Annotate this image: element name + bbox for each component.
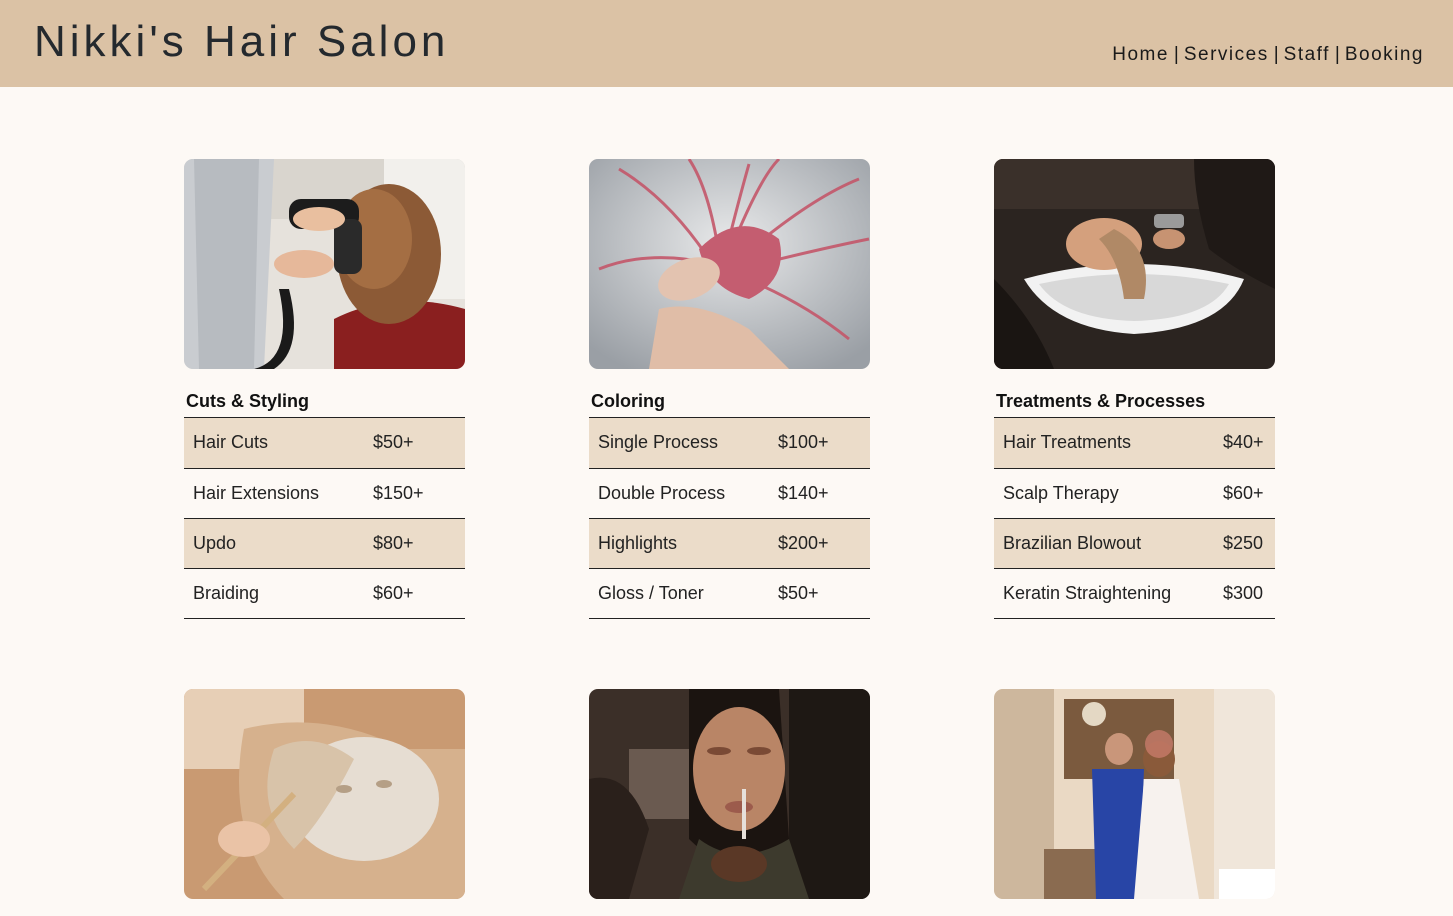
service-card-bridal xyxy=(994,689,1275,899)
category-title: Coloring xyxy=(589,369,870,418)
service-card-facial xyxy=(184,689,465,899)
table-row: Brazilian Blowout $250 xyxy=(994,518,1275,568)
table-row: Hair Cuts $50+ xyxy=(184,418,465,468)
site-header: Nikki's Hair Salon Home | Services | Sta… xyxy=(0,0,1453,87)
service-name: Brazilian Blowout xyxy=(1003,532,1142,553)
service-price: $140+ xyxy=(778,482,829,503)
site-title: Nikki's Hair Salon xyxy=(34,17,450,66)
service-name: Hair Extensions xyxy=(193,482,320,503)
table-row: Gloss / Toner $50+ xyxy=(589,568,870,618)
table-row: Keratin Straightening $300 xyxy=(994,568,1275,618)
nav-booking[interactable]: Booking xyxy=(1345,44,1424,66)
nav-staff[interactable]: Staff xyxy=(1284,44,1330,66)
service-price: $60+ xyxy=(1223,482,1264,503)
service-card-makeup xyxy=(589,689,870,899)
table-row: Updo $80+ xyxy=(184,518,465,568)
table-row: Scalp Therapy $60+ xyxy=(994,468,1275,518)
hair-wash-photo xyxy=(994,159,1275,369)
service-name: Hair Cuts xyxy=(193,432,269,453)
service-name: Scalp Therapy xyxy=(1003,482,1119,503)
service-price: $100+ xyxy=(778,432,829,453)
service-name: Updo xyxy=(193,532,237,553)
service-price-table: Single Process $100+ Double Process $140… xyxy=(589,418,870,619)
service-price: $300 xyxy=(1223,582,1264,603)
pink-hair-photo xyxy=(589,159,870,369)
service-price: $80+ xyxy=(373,532,414,553)
service-card-treatments: Treatments & Processes Hair Treatments $… xyxy=(994,159,1275,619)
table-row: Highlights $200+ xyxy=(589,518,870,568)
service-name: Keratin Straightening xyxy=(1003,582,1172,603)
service-price-table: Hair Treatments $40+ Scalp Therapy $60+ … xyxy=(994,418,1275,619)
nav-services[interactable]: Services xyxy=(1184,44,1269,66)
service-price: $50+ xyxy=(373,432,414,453)
service-name: Gloss / Toner xyxy=(598,582,704,603)
category-title: Cuts & Styling xyxy=(184,369,465,418)
facial-mask-photo xyxy=(184,689,465,899)
table-row: Hair Extensions $150+ xyxy=(184,468,465,518)
nav-home[interactable]: Home xyxy=(1112,44,1169,66)
nav-separator: | xyxy=(1273,44,1279,65)
main-nav: Home | Services | Staff | Booking xyxy=(1112,44,1424,66)
service-name: Double Process xyxy=(598,482,726,503)
nav-separator: | xyxy=(1173,44,1179,65)
table-row: Single Process $100+ xyxy=(589,418,870,468)
table-row: Hair Treatments $40+ xyxy=(994,418,1275,468)
nav-separator: | xyxy=(1334,44,1340,65)
service-card-cuts: Cuts & Styling Hair Cuts $50+ Hair Exten… xyxy=(184,159,465,619)
service-price: $40+ xyxy=(1223,432,1264,453)
service-price: $60+ xyxy=(373,582,414,603)
service-name: Single Process xyxy=(598,432,719,453)
wedding-couple-photo xyxy=(994,689,1275,899)
service-price: $50+ xyxy=(778,582,819,603)
service-price: $200+ xyxy=(778,532,829,553)
service-name: Highlights xyxy=(598,532,678,553)
table-row: Double Process $140+ xyxy=(589,468,870,518)
service-name: Hair Treatments xyxy=(1003,432,1132,453)
service-card-coloring: Coloring Single Process $100+ Double Pro… xyxy=(589,159,870,619)
service-price: $250 xyxy=(1223,532,1264,553)
category-title: Treatments & Processes xyxy=(994,369,1275,418)
service-name: Braiding xyxy=(193,582,260,603)
service-price: $150+ xyxy=(373,482,424,503)
table-row: Braiding $60+ xyxy=(184,568,465,618)
service-price-table: Hair Cuts $50+ Hair Extensions $150+ Upd… xyxy=(184,418,465,619)
blow-dry-styling-photo xyxy=(184,159,465,369)
makeup-photo xyxy=(589,689,870,899)
